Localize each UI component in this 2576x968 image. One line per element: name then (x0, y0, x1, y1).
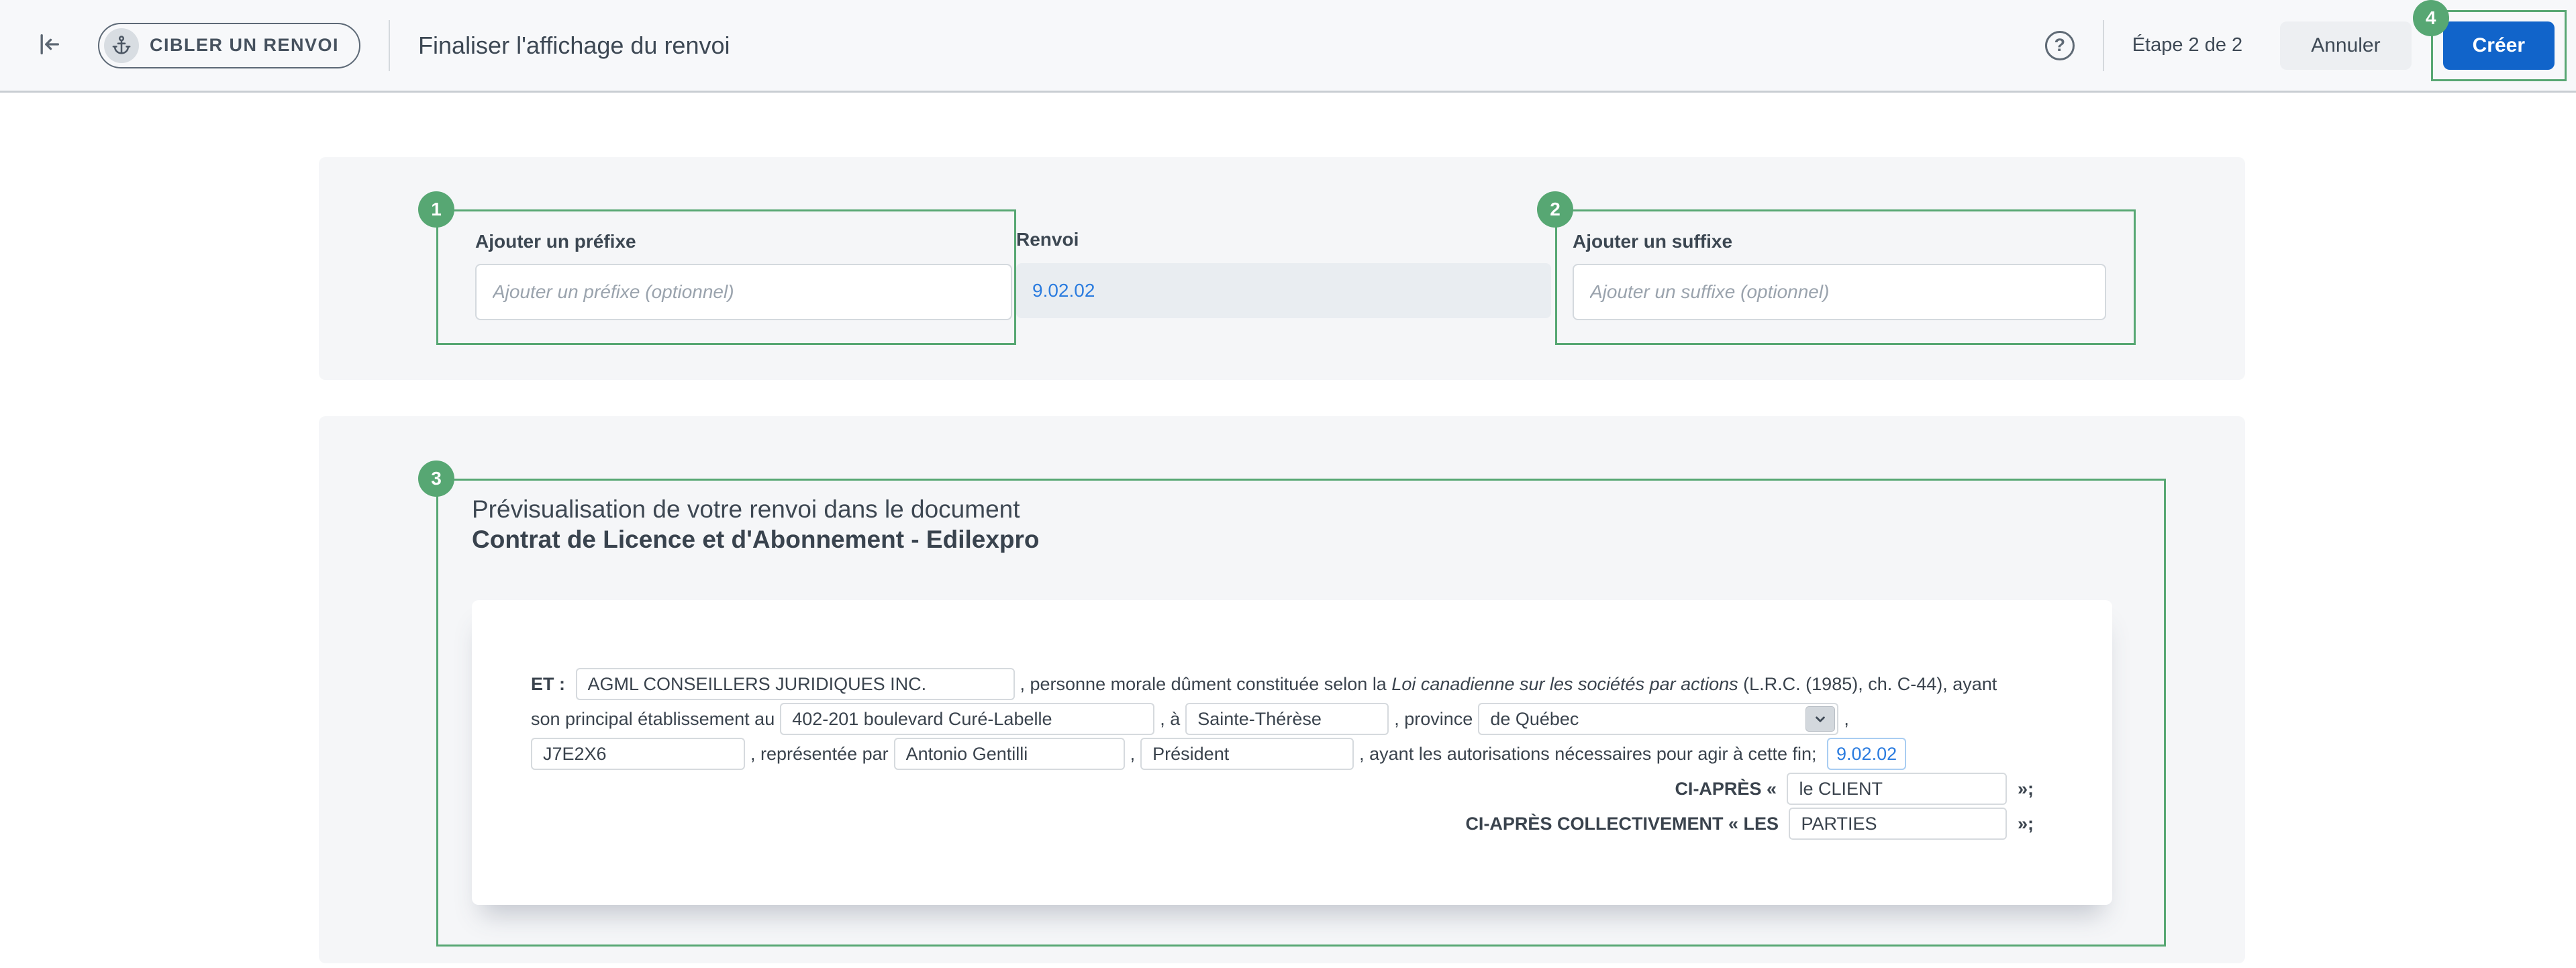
renvoi-reference-chip[interactable]: 9.02.02 (1827, 738, 1906, 770)
renvoi-column: Renvoi 9.02.02 (1016, 209, 1551, 318)
collapse-left-icon (35, 31, 63, 60)
province-select[interactable]: de Québec (1478, 703, 1838, 735)
law-name-italic: Loi canadienne sur les sociétés par acti… (1391, 674, 1738, 695)
collapse-panel-button[interactable] (35, 31, 63, 60)
segment-comma: , (1844, 709, 1849, 730)
suffix-callout-box: 2 Ajouter un suffixe (1555, 209, 2136, 345)
postal-code-input[interactable] (531, 738, 745, 770)
role-input[interactable] (1140, 738, 1354, 770)
cancel-button[interactable]: Annuler (2280, 21, 2411, 70)
suffix-label: Ajouter un suffixe (1573, 230, 2134, 253)
header-divider-right (2103, 20, 2104, 71)
segment-a: , à (1160, 709, 1180, 730)
doc-line-4: CI-APRÈS « »; (531, 771, 2072, 806)
ci-apres-label: CI-APRÈS « (1675, 779, 1781, 800)
create-callout-box: 4 Créer (2431, 10, 2567, 81)
et-label: ET : (531, 674, 571, 695)
segment-lrc: (L.R.C. (1985), ch. C-44), ayant (1738, 674, 1997, 695)
target-renvoi-label: CIBLER UN RENVOI (150, 35, 339, 56)
callout-badge-1: 1 (418, 191, 454, 228)
header-divider-left (389, 20, 390, 71)
header-actions: ? Étape 2 de 2 Annuler 4 Créer (2045, 10, 2567, 81)
anchor-icon (104, 28, 139, 63)
prefix-callout-box: 1 Ajouter un préfixe (436, 209, 1016, 345)
ci-apres-collectivement-label: CI-APRÈS COLLECTIVEMENT « LES (1465, 814, 1783, 834)
segment-representee: , représentée par (750, 744, 889, 765)
preview-panel: 3 Prévisualisation de votre renvoi dans … (319, 416, 2245, 963)
renvoi-readonly-value: 9.02.02 (1016, 263, 1551, 318)
preview-heading: Prévisualisation de votre renvoi dans le… (472, 494, 2164, 524)
doc-line-3: , représentée par , , ayant les autorisa… (531, 736, 2072, 771)
doc-line-5: CI-APRÈS COLLECTIVEMENT « LES »; (531, 806, 2072, 841)
segment-comma-2: , (1130, 744, 1136, 765)
doc-line-1: ET : , personne morale dûment constituée… (531, 667, 2072, 701)
preview-callout-box: 3 Prévisualisation de votre renvoi dans … (436, 479, 2166, 947)
prefix-label: Ajouter un préfixe (475, 230, 1014, 253)
page-title: Finaliser l'affichage du renvoi (418, 32, 730, 60)
callout-badge-3: 3 (418, 461, 454, 497)
callout-badge-4: 4 (2413, 0, 2449, 36)
segment-autorisations: , ayant les autorisations nécessaires po… (1359, 744, 1822, 765)
city-input[interactable] (1185, 703, 1389, 735)
segment-etablissement: son principal établissement au (531, 709, 775, 730)
chevron-down-icon (1805, 706, 1835, 732)
preview-document-title: Contrat de Licence et d'Abonnement - Edi… (472, 524, 2164, 554)
app: { "header": { "title": "Finaliser l'affi… (0, 0, 2576, 968)
renvoi-settings-panel: 1 Ajouter un préfixe Renvoi 9.02.02 2 Aj… (319, 157, 2245, 380)
help-button[interactable]: ? (2045, 31, 2075, 60)
representative-input[interactable] (894, 738, 1125, 770)
target-renvoi-button[interactable]: CIBLER UN RENVOI (98, 23, 360, 68)
closing-guillemet-2: »; (2012, 814, 2034, 834)
segment-personne-morale: , personne morale dûment constituée selo… (1020, 674, 1392, 695)
prefix-input[interactable] (475, 264, 1012, 320)
address-input[interactable] (780, 703, 1154, 735)
segment-province: , province (1394, 709, 1473, 730)
company-name-input[interactable] (576, 668, 1015, 700)
header-bar: CIBLER UN RENVOI Finaliser l'affichage d… (0, 0, 2576, 93)
parties-designation-input[interactable] (1789, 808, 2007, 840)
closing-guillemet-1: »; (2012, 779, 2034, 800)
create-button[interactable]: Créer (2443, 21, 2555, 70)
province-selected-value: de Québec (1490, 709, 1579, 730)
callout-badge-2: 2 (1537, 191, 1573, 228)
renvoi-label: Renvoi (1016, 228, 1551, 251)
client-designation-input[interactable] (1787, 773, 2007, 805)
help-icon: ? (2054, 35, 2065, 56)
document-preview: ET : , personne morale dûment constituée… (472, 600, 2112, 905)
doc-line-2: son principal établissement au , à , pro… (531, 701, 2072, 736)
suffix-input[interactable] (1573, 264, 2106, 320)
step-indicator: Étape 2 de 2 (2132, 34, 2242, 56)
